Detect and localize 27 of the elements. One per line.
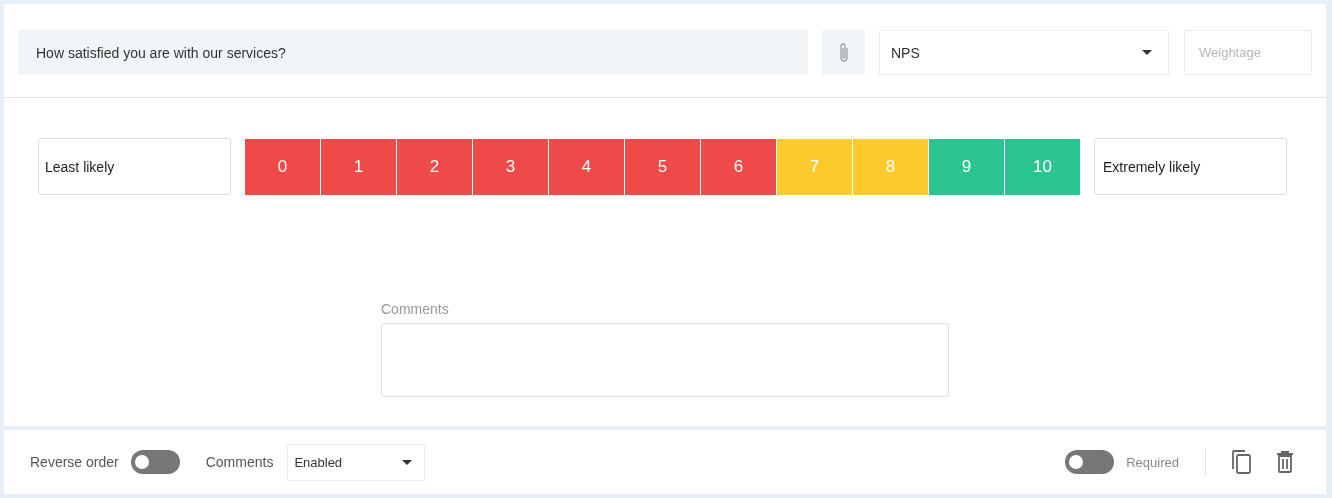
scale-point[interactable]: 2 xyxy=(397,138,472,195)
trash-icon[interactable] xyxy=(1276,451,1294,473)
question-field[interactable]: How satisfied you are with our services? xyxy=(18,30,808,75)
reverse-order-toggle[interactable] xyxy=(130,450,180,474)
scale-point[interactable]: 9 xyxy=(929,138,1004,195)
reverse-order-label: Reverse order xyxy=(30,454,119,470)
caret-icon xyxy=(1142,50,1152,55)
scale-point[interactable]: 1 xyxy=(321,138,396,195)
scale-point[interactable]: 10 xyxy=(1005,138,1080,195)
scale-point[interactable]: 4 xyxy=(549,138,624,195)
paperclip-icon xyxy=(837,41,850,64)
question-type-select[interactable]: NPS xyxy=(879,30,1169,75)
comments-label: Comments xyxy=(381,301,450,317)
high-label-field[interactable]: Extremely likely xyxy=(1094,138,1287,195)
copy-icon[interactable] xyxy=(1232,450,1252,474)
required-label: Required xyxy=(1126,454,1179,470)
comments-select[interactable]: Enabled xyxy=(287,443,426,481)
comments-setting-label: Comments xyxy=(205,454,274,470)
caret-icon xyxy=(402,459,413,465)
scale-point[interactable]: 5 xyxy=(625,138,700,195)
scale-point[interactable]: 6 xyxy=(701,138,776,195)
scale-point[interactable]: 3 xyxy=(473,138,548,195)
weightage-field[interactable]: Weightage xyxy=(1184,30,1312,75)
low-label-field[interactable]: Least likely xyxy=(38,138,231,195)
scale-point[interactable]: 0 xyxy=(245,138,320,195)
required-toggle[interactable] xyxy=(1065,450,1115,474)
comments-field[interactable] xyxy=(381,323,949,397)
